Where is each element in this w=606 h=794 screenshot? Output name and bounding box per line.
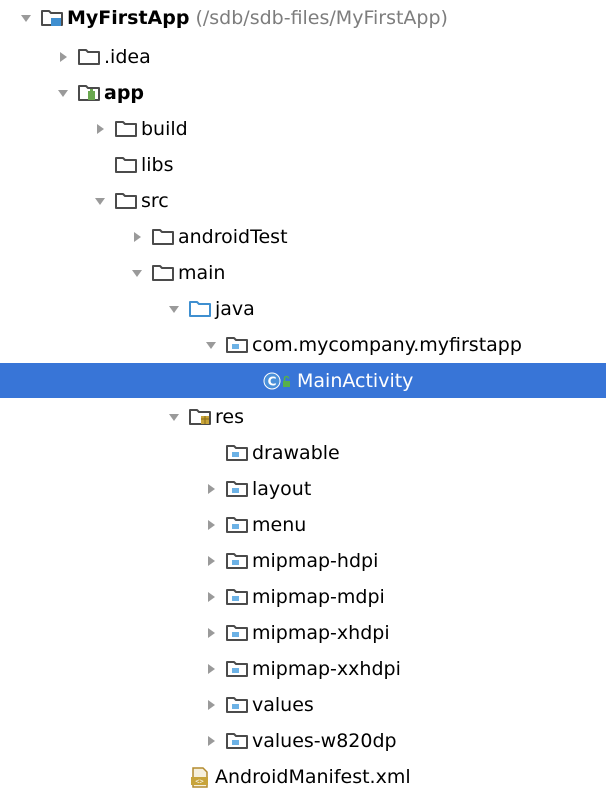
- tree-item-java[interactable]: java: [0, 291, 606, 326]
- collapse-arrow-icon[interactable]: [86, 111, 114, 146]
- tree-item-mainactivity[interactable]: C MainActivity: [0, 363, 606, 398]
- tree-item-mipmap-xxhdpi[interactable]: mipmap-xxhdpi: [0, 651, 606, 686]
- tree-item-src[interactable]: src: [0, 183, 606, 218]
- expand-arrow-icon[interactable]: [12, 0, 40, 35]
- package-icon: [225, 615, 251, 650]
- collapse-arrow-icon[interactable]: [197, 507, 225, 542]
- collapse-arrow-icon[interactable]: [197, 579, 225, 614]
- tree-item-androidmanifest-xml[interactable]: <> AndroidManifest.xml: [0, 759, 606, 794]
- source-folder-icon: [188, 291, 214, 326]
- tree-item-label: res: [215, 405, 244, 428]
- tree-item-label: app: [104, 81, 145, 104]
- expand-arrow-icon[interactable]: [160, 291, 188, 326]
- expand-arrow-icon[interactable]: [49, 75, 77, 110]
- tree-item-layout[interactable]: layout: [0, 471, 606, 506]
- collapse-arrow-icon[interactable]: [197, 471, 225, 506]
- tree-item-res[interactable]: res: [0, 399, 606, 434]
- package-icon: [225, 327, 251, 362]
- folder-icon: [151, 255, 177, 290]
- resource-folder-icon: [188, 399, 214, 434]
- tree-item-label: values: [252, 693, 314, 716]
- svg-text:<>: <>: [195, 777, 203, 785]
- package-icon: [225, 687, 251, 722]
- svg-text:C: C: [268, 374, 277, 388]
- collapse-arrow-icon[interactable]: [197, 687, 225, 722]
- tree-item-label: mipmap-mdpi: [252, 585, 385, 608]
- tree-item-label: com.mycompany.myfirstapp: [252, 333, 522, 356]
- module-folder-icon: [77, 75, 103, 110]
- package-icon: [225, 435, 251, 470]
- collapse-arrow-icon[interactable]: [49, 39, 77, 74]
- arrow-spacer: [197, 435, 225, 470]
- folder-icon: [114, 111, 140, 146]
- tree-item-label: build: [141, 117, 188, 140]
- expand-arrow-icon[interactable]: [197, 327, 225, 362]
- collapse-arrow-icon[interactable]: [123, 219, 151, 254]
- tree-item-build[interactable]: build: [0, 111, 606, 146]
- package-icon: [225, 543, 251, 578]
- collapse-arrow-icon[interactable]: [197, 543, 225, 578]
- project-path: (/sdb/sdb-files/MyFirstApp): [195, 6, 448, 29]
- collapse-arrow-icon[interactable]: [197, 651, 225, 686]
- tree-item-label: MainActivity: [297, 369, 414, 392]
- tree-item-label: layout: [252, 477, 312, 500]
- tree-item-main[interactable]: main: [0, 255, 606, 290]
- package-icon: [225, 579, 251, 614]
- tree-item-mipmap-mdpi[interactable]: mipmap-mdpi: [0, 579, 606, 614]
- tree-item-label: androidTest: [178, 225, 288, 248]
- collapse-arrow-icon[interactable]: [197, 723, 225, 758]
- package-icon: [225, 651, 251, 686]
- tree-item-com-mycompany-myfirstapp[interactable]: com.mycompany.myfirstapp: [0, 327, 606, 362]
- collapse-arrow-icon[interactable]: [197, 615, 225, 650]
- arrow-spacer: [86, 147, 114, 182]
- tree-item-label: .idea: [104, 45, 151, 68]
- expand-arrow-icon[interactable]: [86, 183, 114, 218]
- project-tree: MyFirstApp (/sdb/sdb-files/MyFirstApp) .id…: [0, 0, 606, 791]
- tree-item-label: java: [215, 297, 255, 320]
- tree-item-mipmap-xhdpi[interactable]: mipmap-xhdpi: [0, 615, 606, 650]
- tree-item-mipmap-hdpi[interactable]: mipmap-hdpi: [0, 543, 606, 578]
- package-icon: [225, 471, 251, 506]
- tree-item-libs[interactable]: libs: [0, 147, 606, 182]
- tree-item-app[interactable]: app: [0, 75, 606, 110]
- tree-item-myfirstapp[interactable]: MyFirstApp (/sdb/sdb-files/MyFirstApp): [0, 0, 606, 35]
- package-icon: [225, 723, 251, 758]
- folder-icon: [77, 39, 103, 74]
- package-icon: [225, 507, 251, 542]
- tree-item-menu[interactable]: menu: [0, 507, 606, 542]
- folder-icon: [114, 183, 140, 218]
- arrow-spacer: [234, 363, 262, 398]
- tree-item-label: main: [178, 261, 226, 284]
- tree-item-label: drawable: [252, 441, 340, 464]
- tree-item-label: menu: [252, 513, 307, 536]
- folder-icon: [114, 147, 140, 182]
- project-folder-icon: [40, 0, 66, 35]
- expand-arrow-icon[interactable]: [123, 255, 151, 290]
- tree-item-values-w820dp[interactable]: values-w820dp: [0, 723, 606, 758]
- tree-item-label: libs: [141, 153, 174, 176]
- tree-item-label: values-w820dp: [252, 729, 397, 752]
- class-icon: C: [262, 363, 296, 398]
- tree-item-label: mipmap-xxhdpi: [252, 657, 401, 680]
- tree-item-androidtest[interactable]: androidTest: [0, 219, 606, 254]
- tree-item-drawable[interactable]: drawable: [0, 435, 606, 470]
- folder-icon: [151, 219, 177, 254]
- tree-item-label: src: [141, 189, 169, 212]
- tree-item-idea[interactable]: .idea: [0, 39, 606, 74]
- arrow-spacer: [160, 759, 188, 794]
- expand-arrow-icon[interactable]: [160, 399, 188, 434]
- tree-item-label: MyFirstApp: [67, 6, 190, 29]
- tree-item-label: mipmap-xhdpi: [252, 621, 390, 644]
- tree-item-label: mipmap-hdpi: [252, 549, 379, 572]
- tree-item-values[interactable]: values: [0, 687, 606, 722]
- manifest-file-icon: <>: [188, 759, 214, 794]
- tree-item-label: AndroidManifest.xml: [215, 765, 411, 788]
